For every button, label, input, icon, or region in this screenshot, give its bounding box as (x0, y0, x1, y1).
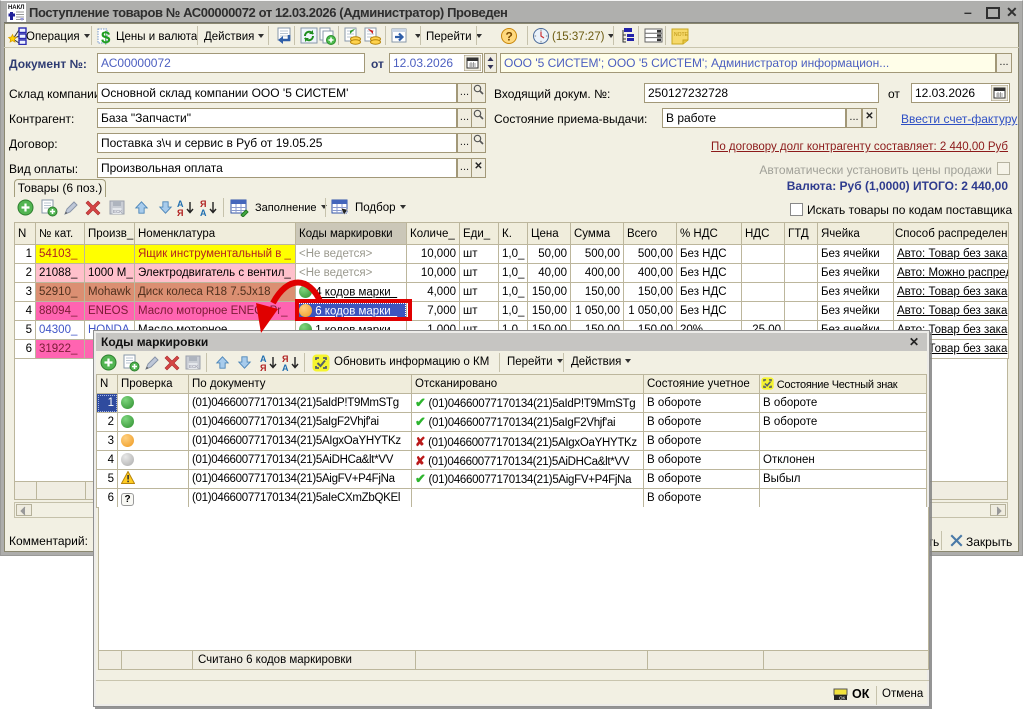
svg-text:ECK: ECK (189, 364, 198, 369)
svg-text:ECK: ECK (113, 209, 122, 214)
svg-text:NOTE: NOTE (674, 32, 689, 38)
svg-text:?: ? (506, 30, 513, 44)
svg-text:$: $ (101, 28, 111, 45)
svg-text:А: А (282, 363, 289, 372)
svg-text:OK: OK (839, 696, 846, 701)
svg-text:Я: Я (177, 208, 183, 217)
svg-text:Я: Я (260, 363, 266, 372)
svg-text:НАКЛ: НАКЛ (8, 5, 24, 11)
svg-text:А: А (200, 208, 207, 217)
